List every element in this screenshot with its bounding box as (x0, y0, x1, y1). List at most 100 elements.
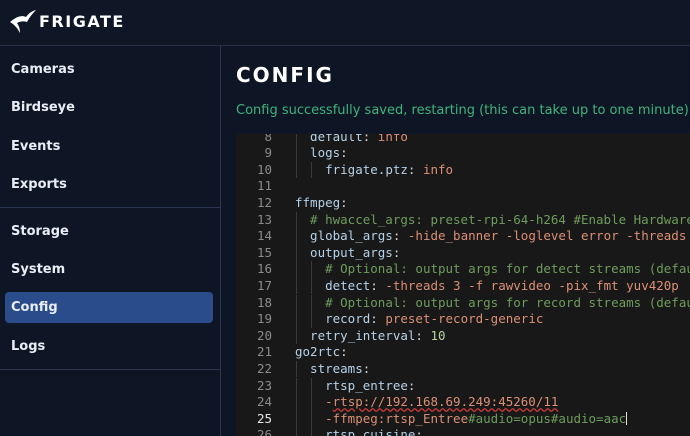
frigate-logo-icon (10, 10, 36, 33)
line-number: 24 (256, 394, 272, 410)
sidebar-item-birdseye[interactable]: Birdseye (5, 92, 213, 123)
code-line[interactable]: 23 rtsp_entree: (236, 378, 690, 395)
sidebar-item-events[interactable]: Events (5, 131, 213, 162)
code-token: -hide_banner -loglevel error -threads 3 (407, 228, 690, 244)
code-text: -rtsp://192.168.69.249:45260/11 (325, 394, 558, 411)
config-code-editor[interactable]: 8 default: info 9 logs: 10 frigate.ptz: info 1… (236, 134, 690, 436)
indent-guide (296, 360, 297, 378)
text-cursor (626, 411, 628, 425)
code-line[interactable]: 15 output_args: (236, 245, 690, 262)
code-token: rtsp_entree (325, 377, 408, 393)
code-line[interactable]: 12 ffmpeg: (236, 195, 690, 212)
code-token: retry_interval (310, 327, 416, 343)
line-number: 9 (264, 145, 272, 161)
indent-guide (296, 244, 297, 262)
code-line[interactable]: 17 detect: -threads 3 -f rawvideo -pix_fm… (236, 278, 690, 295)
sidebar-item-exports[interactable]: Exports (5, 169, 213, 200)
line-number: 8 (264, 134, 272, 144)
code-text: ffmpeg: (295, 195, 348, 212)
indent-guide (311, 427, 313, 436)
code-line[interactable]: 10 frigate.ptz: info (236, 162, 690, 179)
code-token: : (407, 161, 423, 177)
line-number: 20 (256, 327, 272, 343)
code-line[interactable]: 21 go2rtc: (236, 344, 690, 361)
code-line[interactable]: 13 # hwaccel_args: preset-rpi-64-h264 #En… (236, 212, 690, 229)
sidebar-item-cameras[interactable]: Cameras (5, 54, 213, 85)
code-line[interactable]: 16 # Optional: output args for detect str… (236, 261, 690, 278)
indent-guide (296, 311, 297, 328)
code-line[interactable]: 25 -ffmpeg:rtsp_Entree#audio=opus#audio=a… (236, 411, 690, 428)
indent-guide (311, 294, 313, 312)
code-token: detect (325, 277, 371, 293)
code-line[interactable]: 18 # Optional: output args for record str… (236, 295, 690, 312)
code-token: ffmpeg (295, 194, 341, 210)
sidebar-item-system[interactable]: System (5, 254, 213, 285)
code-text: default: info (310, 134, 408, 145)
indent-guide (296, 211, 297, 229)
indent-guide (296, 427, 297, 436)
code-token: #audio=opus#audio=aac (468, 410, 627, 426)
code-token: # Optional: output args for detect strea… (325, 261, 690, 277)
line-number: 15 (256, 244, 272, 260)
sidebar-divider (0, 369, 221, 370)
brand-name[interactable]: FRIGATE (39, 12, 125, 31)
line-number: 25 (256, 410, 272, 426)
top-bar: FRIGATE (0, 0, 690, 46)
code-line[interactable]: 9 logs: (236, 145, 690, 162)
sidebar-item-storage[interactable]: Storage (5, 216, 213, 247)
code-line[interactable]: 14 global_args: -hide_banner -loglevel er… (236, 228, 690, 245)
code-token: logs (310, 145, 341, 161)
code-token: # hwaccel_args: preset-rpi-64-h264 #Enab… (310, 211, 690, 227)
indent-guide (296, 261, 297, 278)
code-text: output_args: (310, 245, 400, 262)
code-line[interactable]: 8 default: info (236, 134, 690, 145)
save-status-message: Config successfully saved, restarting (t… (236, 103, 690, 118)
code-token: : (370, 311, 386, 327)
code-line[interactable]: 26 rtsp_cuisine: (236, 427, 690, 436)
code-token: : (392, 228, 408, 244)
code-token: frigate.ptz (325, 161, 408, 177)
code-text: rtsp_cuisine: (325, 427, 423, 436)
line-number: 17 (256, 277, 272, 293)
code-token: global_args (310, 228, 393, 244)
code-token: 10 (430, 327, 446, 343)
line-number: 10 (256, 161, 272, 177)
code-token: : (407, 377, 416, 393)
code-text: rtsp_entree: (325, 378, 415, 395)
code-line[interactable]: 11 (236, 178, 690, 195)
code-line[interactable]: 20 retry_interval: 10 (236, 328, 690, 345)
indent-guide (296, 134, 297, 146)
code-line[interactable]: 19 record: preset-record-generic (236, 311, 690, 328)
code-token: : (362, 360, 371, 376)
indent-guide (296, 161, 297, 179)
code-token: -threads 3 -f rawvideo -pix_fmt yuv420p (385, 277, 679, 293)
line-number: 23 (256, 377, 272, 393)
code-token: go2rtc (295, 344, 341, 360)
sidebar-item-config[interactable]: Config (5, 292, 213, 323)
code-token: : (340, 145, 348, 161)
code-token: info (377, 134, 408, 144)
line-number: 13 (256, 211, 272, 227)
code-token: streams (310, 360, 363, 376)
sidebar-item-logs[interactable]: Logs (5, 331, 213, 362)
line-number: 19 (256, 311, 272, 327)
code-token: : (415, 427, 423, 436)
line-number: 16 (256, 261, 272, 277)
code-text: go2rtc: (295, 344, 348, 361)
line-number: 18 (256, 294, 272, 310)
indent-guide (296, 294, 297, 312)
code-line[interactable]: 22 streams: (236, 361, 690, 378)
page-title: CONFIG (236, 63, 334, 87)
line-number: 12 (256, 194, 272, 210)
code-text: logs: (310, 145, 348, 162)
code-line[interactable]: 24 -rtsp://192.168.69.249:45260/11 (236, 394, 690, 411)
indent-guide (296, 277, 297, 295)
code-token: preset-record-generic (385, 311, 544, 327)
sidebar: Cameras Birdseye Events Exports Storage … (0, 46, 221, 436)
code-token: rtsp_cuisine (325, 427, 416, 436)
code-token: - (325, 394, 333, 410)
code-token: : (340, 344, 348, 360)
indent-guide (296, 394, 297, 411)
code-text: # Optional: output args for detect strea… (325, 261, 690, 278)
code-token: : (340, 194, 348, 210)
